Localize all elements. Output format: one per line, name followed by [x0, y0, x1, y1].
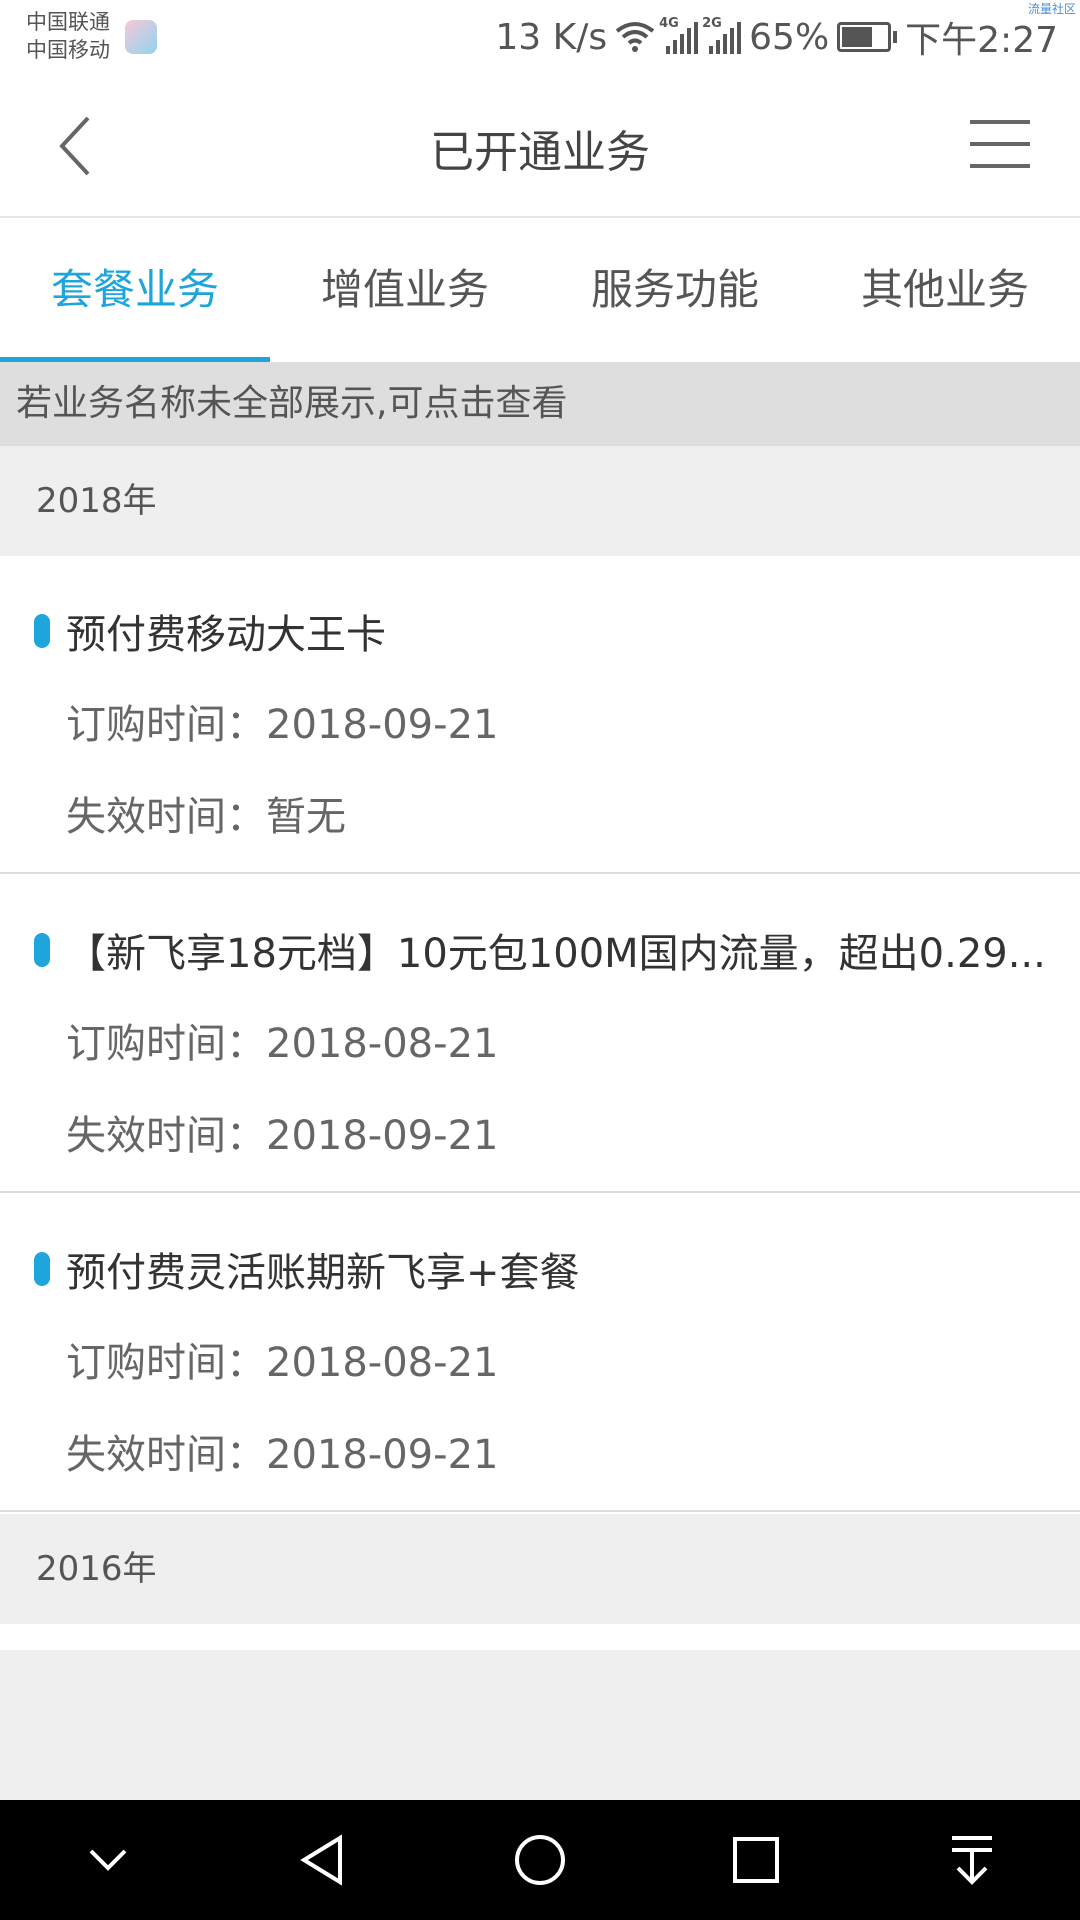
hide-nav-button[interactable]: [63, 1815, 153, 1905]
circle-home-icon: [515, 1835, 565, 1885]
expire-time-row: 失效时间：2018-09-21: [66, 1113, 499, 1159]
year-header-2016: 2016年: [0, 1514, 1080, 1624]
triangle-back-icon: [300, 1834, 342, 1886]
expire-date: 2018-09-21: [266, 1432, 499, 1478]
notification-pull-button[interactable]: [927, 1815, 1017, 1905]
carrier-name-2: 中国移动: [26, 38, 110, 62]
nav-home-button[interactable]: [495, 1815, 585, 1905]
tab-package-services[interactable]: 套餐业务: [0, 218, 270, 362]
wifi-icon: [615, 22, 655, 52]
signal-2g-icon: 2G: [702, 16, 742, 54]
expire-time-row: 失效时间：暂无: [66, 794, 346, 840]
carrier-name-1: 中国联通: [26, 10, 110, 34]
order-date: 2018-09-21: [266, 702, 499, 748]
service-item[interactable]: 预付费移动大王卡 订购时间：2018-09-21 失效时间：暂无: [0, 556, 1080, 874]
square-recents-icon: [733, 1837, 779, 1883]
status-bar: 中国联通 中国移动 流量社区 13 K/s 4G 2G 65% 下午2:27: [0, 0, 1080, 76]
clock: 下午2:27: [905, 20, 1058, 61]
order-time-row: 订购时间：2018-08-21: [66, 1340, 499, 1386]
list-footer: [0, 1650, 1080, 1800]
tab-bar: 套餐业务 增值业务 服务功能 其他业务: [0, 218, 1080, 362]
tab-service-functions[interactable]: 服务功能: [540, 218, 810, 362]
system-nav-bar: [0, 1800, 1080, 1920]
menu-button[interactable]: [970, 120, 1030, 172]
nav-recents-button[interactable]: [711, 1815, 801, 1905]
service-name[interactable]: 预付费灵活账期新飞享+套餐: [66, 1240, 1066, 1298]
tab-other-services[interactable]: 其他业务: [810, 218, 1080, 362]
item-marker: [34, 933, 50, 967]
order-time-row: 订购时间：2018-08-21: [66, 1021, 499, 1067]
order-time-row: 订购时间：2018-09-21: [66, 702, 499, 748]
app-logo-icon: [125, 20, 157, 54]
network-speed: 13 K/s: [495, 16, 608, 58]
app-header: 已开通业务: [0, 76, 1080, 218]
year-header-2018: 2018年: [0, 446, 1080, 556]
service-item[interactable]: 【新飞享18元档】10元包100M国内流量，超出0.29... 订购时间：201…: [0, 875, 1080, 1193]
menu-icon: [970, 120, 1030, 124]
service-name[interactable]: 预付费移动大王卡: [66, 602, 1066, 660]
order-date: 2018-08-21: [266, 1340, 499, 1386]
item-marker: [34, 1252, 50, 1286]
pull-down-icon: [952, 1836, 992, 1885]
signal-4g-icon: 4G: [659, 16, 699, 54]
service-name[interactable]: 【新飞享18元档】10元包100M国内流量，超出0.29...: [66, 921, 1066, 979]
nav-back-button[interactable]: [279, 1815, 369, 1905]
order-date: 2018-08-21: [266, 1021, 499, 1067]
item-marker: [34, 614, 50, 648]
expire-time-row: 失效时间：2018-09-21: [66, 1432, 499, 1478]
battery-percent: 65%: [749, 16, 830, 58]
battery-icon: [837, 22, 898, 52]
service-item[interactable]: 预付费灵活账期新飞享+套餐 订购时间：2018-08-21 失效时间：2018-…: [0, 1194, 1080, 1512]
carrier-info: 中国联通 中国移动: [26, 8, 110, 64]
notice-banner: 若业务名称未全部展示,可点击查看: [0, 362, 1080, 446]
expire-date: 暂无: [266, 794, 346, 840]
status-indicators: 13 K/s 4G 2G 65% 下午2:27: [487, 12, 1058, 62]
expire-date: 2018-09-21: [266, 1113, 499, 1159]
tab-value-added-services[interactable]: 增值业务: [270, 218, 540, 362]
page-title: 已开通业务: [430, 127, 650, 178]
chevron-down-icon: [89, 1849, 127, 1871]
